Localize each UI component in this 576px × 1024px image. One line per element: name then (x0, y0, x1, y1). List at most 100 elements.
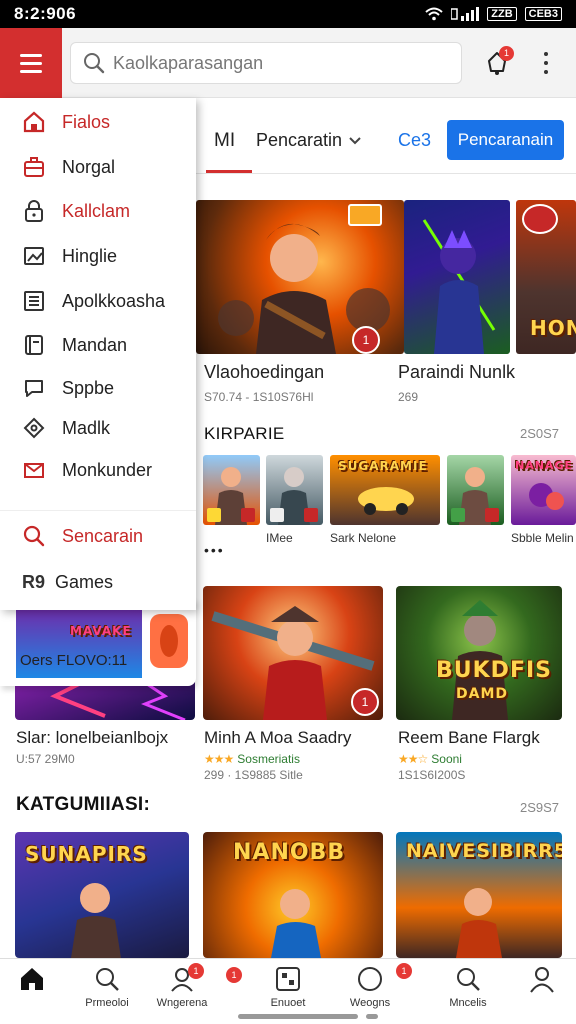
search-input[interactable] (113, 52, 433, 74)
card-sub-3: 1S1S6I200S (398, 768, 466, 782)
drawer-item-7[interactable]: Sppbe (0, 368, 196, 408)
game-logo-icon (348, 204, 382, 226)
drawer-item-3[interactable]: Kallclam (0, 191, 196, 231)
tab-bar: MI Pencaratin Ce3 Pencaranain (196, 108, 576, 174)
games-icon: R9 (22, 571, 46, 592)
chevron-down-icon (349, 136, 361, 144)
category-card-2[interactable]: NANOBB (203, 832, 383, 958)
drawer-item-5[interactable]: Apolkkoasha (0, 281, 196, 321)
thumb-label-3: Sark Nelone (330, 531, 397, 545)
nav-item-5[interactable]: 1 Weogns (330, 963, 412, 1009)
card-title-3[interactable]: Reem Bane Flargk (398, 728, 540, 748)
home-icon (21, 968, 43, 990)
search-icon (22, 524, 46, 548)
drawer-divider (0, 510, 196, 511)
tab-dropdown-label: Pencaratin (256, 130, 343, 150)
category-card-1[interactable]: SUNAPIRS (15, 832, 189, 958)
featured-title-1[interactable]: Vlaohoedingan (204, 362, 324, 383)
tab-mi[interactable]: MI (214, 130, 235, 152)
card-title-1[interactable]: Slar: lonelbeianlbojx (16, 728, 168, 748)
section-title-1: KIRPARIE (204, 424, 285, 443)
list-icon (22, 289, 46, 313)
category-card-3[interactable]: NAIVESIBIRR5 (396, 832, 562, 958)
thumb-logo-icon (270, 508, 284, 522)
app-bar: 1 (0, 28, 576, 98)
drawer-item-label: Games (55, 571, 114, 592)
game-card-image-3[interactable]: BUKDFIS DAMD (396, 586, 562, 720)
nav-item-4[interactable]: 1 Enuoet (226, 965, 328, 1009)
search-submit-button[interactable]: Pencaranain (447, 120, 564, 160)
notification-button[interactable]: 1 (484, 46, 514, 76)
nav-item-6[interactable]: Mncelis (428, 965, 508, 1009)
lock-icon (22, 199, 46, 223)
circle-icon (358, 967, 382, 991)
card-title-2[interactable]: Minh A Moa Saadry (204, 728, 351, 748)
thumb-logo-icon (451, 508, 465, 522)
menu-button[interactable] (0, 28, 62, 98)
category-banner-1: SUNAPIRS (25, 842, 148, 866)
drawer-item-8[interactable]: Madlk (0, 408, 196, 448)
thumb-badge-icon (304, 508, 318, 522)
card-banner-3b: DAMD (456, 686, 509, 702)
hamburger-line (20, 69, 42, 73)
nav-badge: 1 (396, 963, 412, 979)
promo-banner: MAVAKE (70, 624, 132, 638)
network-label: ZZB (487, 7, 517, 21)
drawer-item-6[interactable]: Mandan (0, 325, 196, 365)
more-options-button[interactable] (538, 50, 554, 76)
drawer-item-9[interactable]: Monkunder (0, 450, 196, 490)
search-icon (457, 968, 480, 991)
thumb-game-3[interactable]: SUGARAMIE (330, 455, 440, 525)
puzzle-icon (22, 416, 46, 440)
tab-dropdown[interactable]: Pencaratin (256, 130, 362, 151)
search-box[interactable] (70, 42, 462, 84)
drawer-item-label: Monkunder (62, 459, 153, 480)
ninja-illustration (422, 219, 496, 354)
promo-card[interactable]: MAVAKE Oers FLOVO:11 (0, 598, 196, 686)
nav-label: Prmeoloi (85, 997, 129, 1009)
nav-item-7[interactable] (502, 965, 576, 997)
drawer-item-games[interactable]: R9 Games (0, 562, 196, 602)
drawer-item-4[interactable]: Hinglie (0, 236, 196, 276)
game-card-image-2[interactable]: 1 (203, 586, 383, 720)
nav-badge: 1 (226, 967, 242, 983)
featured-subtitle-2: 269 (398, 390, 419, 404)
status-time: 8:2:906 (14, 4, 77, 23)
thumb-badge-icon (485, 508, 499, 522)
drawer-item-2[interactable]: Norgal (0, 147, 196, 187)
nav-label: Enuoet (270, 997, 306, 1009)
featured-game-image-2[interactable] (404, 200, 510, 354)
promo-text: Oers FLOVO:11 (20, 652, 128, 669)
thumb-game-2[interactable] (266, 455, 323, 525)
home-indicator[interactable] (238, 1014, 358, 1019)
drawer-item-label: Apolkkoasha (62, 290, 166, 311)
user-icon (530, 967, 554, 993)
featured-game-image-3[interactable]: HONE (516, 200, 576, 354)
more-indicator[interactable]: ••• (204, 542, 225, 558)
drawer-item-search[interactable]: Sencarain (0, 516, 196, 556)
active-tab-indicator (206, 170, 252, 173)
home-icon (22, 110, 46, 134)
featured-title-2[interactable]: Paraindi Nunlk (398, 362, 515, 383)
nav-item-3[interactable]: 1 Wngerena (142, 963, 222, 1009)
thumb-game-5[interactable]: NANAGE (511, 455, 576, 525)
category-banner-3: NAIVESIBIRR5 (406, 840, 562, 862)
drawer-item-1[interactable]: Fialos (0, 102, 196, 142)
thumb-game-1[interactable] (203, 455, 260, 525)
section-title-2: KATGUMIIASI: (16, 794, 151, 815)
hamburger-line (20, 61, 42, 65)
tab-link[interactable]: Ce3 (398, 130, 431, 151)
thumb-label-2: IMee (266, 531, 293, 545)
nav-item-2[interactable]: Prmeoloi (67, 965, 147, 1009)
battery-icon: CEB3 (524, 7, 562, 21)
mail-icon (22, 458, 46, 482)
thumb-badge-icon (241, 508, 255, 522)
drawer-item-label: Sppbe (62, 377, 115, 398)
featured-badge: 1 (352, 326, 380, 354)
chat-icon (22, 376, 46, 400)
nav-home[interactable] (0, 965, 72, 997)
rating-stars-icon: ★★☆ (398, 752, 428, 766)
featured-third-text: HONE (530, 316, 576, 340)
featured-subtitle-1: S70.74 - 1S10S76Hl (204, 390, 314, 404)
thumb-game-4[interactable] (447, 455, 504, 525)
